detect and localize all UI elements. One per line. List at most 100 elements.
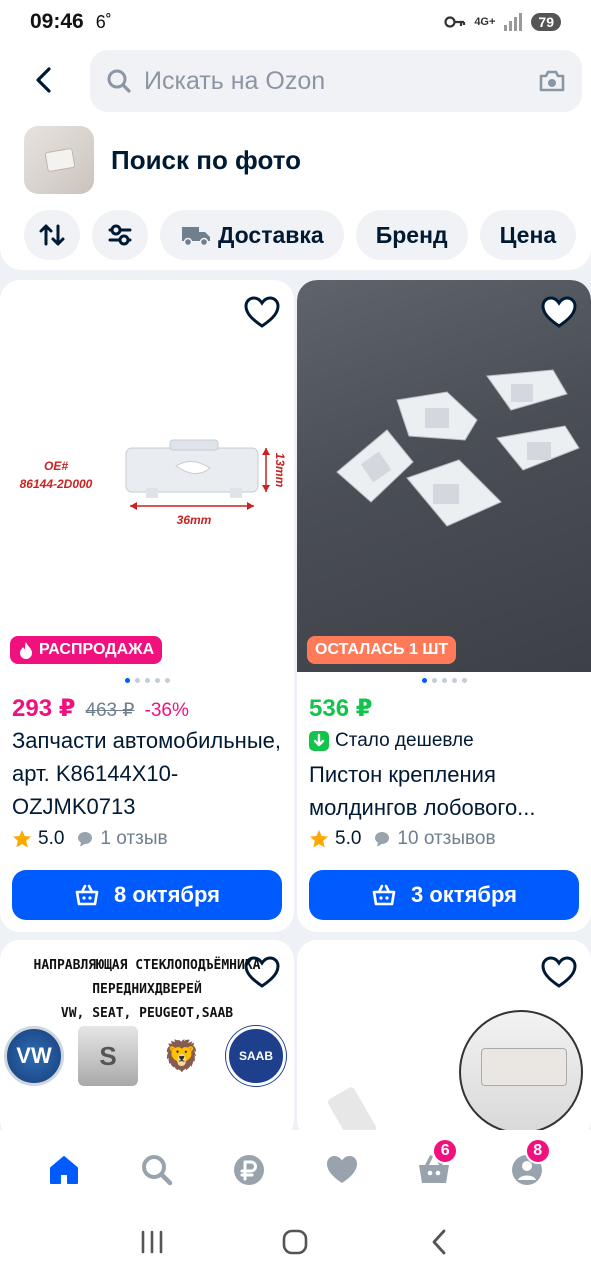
- product-title[interactable]: Пистон крепления молдингов лобового...: [309, 758, 585, 824]
- ruble-coin-icon: [234, 1155, 265, 1185]
- promo-line-3: VW, SEAT, PEUGEOT,SAAB: [60, 1006, 234, 1021]
- sale-badge: РАСПРОДАЖА: [10, 636, 163, 664]
- delivery-date: 3 октября: [411, 882, 517, 907]
- status-bar: 09:46 6˚ 4G+ 79: [0, 0, 591, 44]
- price-row: 536 ₽: [309, 694, 372, 723]
- profile-count-badge: 8: [524, 1138, 551, 1164]
- bottom-navigation: 6 8: [0, 1130, 591, 1280]
- photo-search-row: Поиск по фото: [24, 126, 301, 194]
- recent-apps-button[interactable]: [132, 1222, 172, 1262]
- search-input[interactable]: Искать на Ozon: [144, 67, 538, 96]
- reviews-count: 1 отзыв: [100, 828, 168, 849]
- tab-cart[interactable]: 6: [404, 1138, 464, 1198]
- rating-value: 5.0: [38, 828, 65, 849]
- image-carousel-dots: [0, 678, 294, 683]
- sale-badge-label: РАСПРОДАЖА: [39, 641, 155, 658]
- filter-bar: Доставка Бренд Цена: [24, 210, 591, 260]
- old-price: 463 ₽: [85, 700, 135, 721]
- favorite-heart-icon[interactable]: [244, 956, 280, 990]
- favorite-heart-icon[interactable]: [244, 296, 280, 330]
- filter-delivery[interactable]: Доставка: [160, 210, 344, 260]
- cart-count-badge: 6: [432, 1138, 459, 1164]
- product-card[interactable]: [297, 940, 591, 1140]
- comment-icon: [78, 832, 93, 847]
- tab-profile[interactable]: 8: [497, 1138, 557, 1198]
- filter-price-label: Цена: [499, 221, 557, 248]
- product-image[interactable]: [297, 280, 591, 672]
- search-icon: [141, 1155, 172, 1186]
- back-arrow-icon: [432, 1229, 446, 1255]
- sort-icon: [39, 224, 65, 246]
- discount: -36%: [144, 700, 189, 721]
- tab-search[interactable]: [127, 1142, 187, 1198]
- oe-label: OE#: [44, 459, 68, 473]
- search-icon: [107, 69, 131, 93]
- price-drop-label: Стало дешевле: [335, 730, 474, 751]
- seat-logo: S: [78, 1026, 138, 1086]
- reviews-count: 10 отзывов: [397, 828, 496, 849]
- peugeot-logo: 🦁: [163, 1039, 201, 1073]
- back-button[interactable]: [26, 60, 60, 100]
- product-card[interactable]: ОСТАЛАСЬ 1 ШТ 536 ₽ Стало дешевле Пистон…: [297, 280, 591, 932]
- home-icon: [50, 1156, 79, 1184]
- part-number-label: 86144-2D000: [20, 477, 93, 491]
- comment-icon: [375, 832, 390, 847]
- battery-indicator: 79: [531, 13, 561, 31]
- product-card[interactable]: НАПРАВЛЯЮЩАЯ СТЕКЛОПОДЪЁМНИКА ПЕРЕДНИХДВ…: [0, 940, 294, 1140]
- home-circle-icon: [283, 1229, 308, 1255]
- tab-favorites[interactable]: [312, 1142, 372, 1198]
- search-bar[interactable]: Искать на Ozon: [90, 50, 582, 112]
- recent-apps-icon: [141, 1230, 163, 1254]
- favorite-heart-icon[interactable]: [541, 956, 577, 990]
- add-to-cart-button[interactable]: 8 октября: [12, 870, 282, 920]
- width-label: 36mm: [177, 513, 212, 527]
- search-photo-thumbnail[interactable]: [24, 126, 94, 194]
- chevron-left-icon: [36, 67, 51, 93]
- system-navigation: [0, 1222, 591, 1262]
- tab-home[interactable]: [34, 1142, 94, 1198]
- home-system-button[interactable]: [275, 1222, 315, 1262]
- image-carousel-dots: [297, 678, 591, 683]
- filter-delivery-label: Доставка: [218, 221, 324, 248]
- stock-badge-label: ОСТАЛАСЬ 1 ШТ: [315, 641, 449, 658]
- product-zoom-image: [459, 1010, 583, 1134]
- back-system-button[interactable]: [419, 1222, 459, 1262]
- favorite-heart-icon[interactable]: [541, 296, 577, 330]
- clips-photo: [336, 369, 580, 527]
- price-row: 293 ₽ 463 ₽ -36%: [12, 694, 189, 723]
- network-indicator: 4G+: [474, 15, 496, 28]
- product-title[interactable]: Запчасти автомобильные, арт. K86144X10-O…: [12, 724, 288, 823]
- star-icon: [310, 830, 328, 848]
- status-temperature: 6˚: [95, 11, 112, 32]
- sliders-icon: [108, 224, 132, 246]
- product-card[interactable]: OE# 86144-2D000 36mm 13mm РАСПРОДАЖА 293…: [0, 280, 294, 932]
- header: Искать на Ozon Поиск по фото Доставка Бр…: [0, 44, 591, 270]
- filter-price[interactable]: Цена: [479, 210, 577, 260]
- filters-button[interactable]: [92, 210, 148, 260]
- product-image[interactable]: OE# 86144-2D000 36mm 13mm: [0, 280, 294, 672]
- rating-row: 5.0 10 отзывов: [309, 828, 496, 850]
- fire-icon: [20, 642, 32, 659]
- brand-logos: VW S 🦁 SAAB: [4, 1026, 286, 1086]
- part-diagram: OE# 86144-2D000 36mm 13mm: [20, 439, 287, 527]
- add-to-cart-button[interactable]: 3 октября: [309, 870, 579, 920]
- price: 293 ₽: [12, 695, 76, 722]
- page-title: Поиск по фото: [111, 144, 301, 175]
- price: 536 ₽: [309, 695, 373, 722]
- truck-icon: [182, 227, 210, 247]
- key-icon: [444, 16, 466, 28]
- price-down-icon: [309, 731, 329, 751]
- filter-brand[interactable]: Бренд: [355, 210, 468, 260]
- camera-icon[interactable]: [538, 69, 566, 93]
- price-drop-note: Стало дешевле: [309, 730, 474, 752]
- stock-badge: ОСТАЛАСЬ 1 ШТ: [307, 636, 457, 664]
- signal-icon: [504, 13, 523, 31]
- heart-icon: [326, 1156, 357, 1183]
- height-label: 13mm: [273, 453, 287, 488]
- basket-icon: [372, 884, 396, 906]
- filter-brand-label: Бренд: [375, 221, 448, 248]
- saab-logo: SAAB: [226, 1026, 286, 1086]
- sort-button[interactable]: [24, 210, 80, 260]
- vw-logo: VW: [4, 1026, 64, 1086]
- tab-points[interactable]: [219, 1142, 279, 1198]
